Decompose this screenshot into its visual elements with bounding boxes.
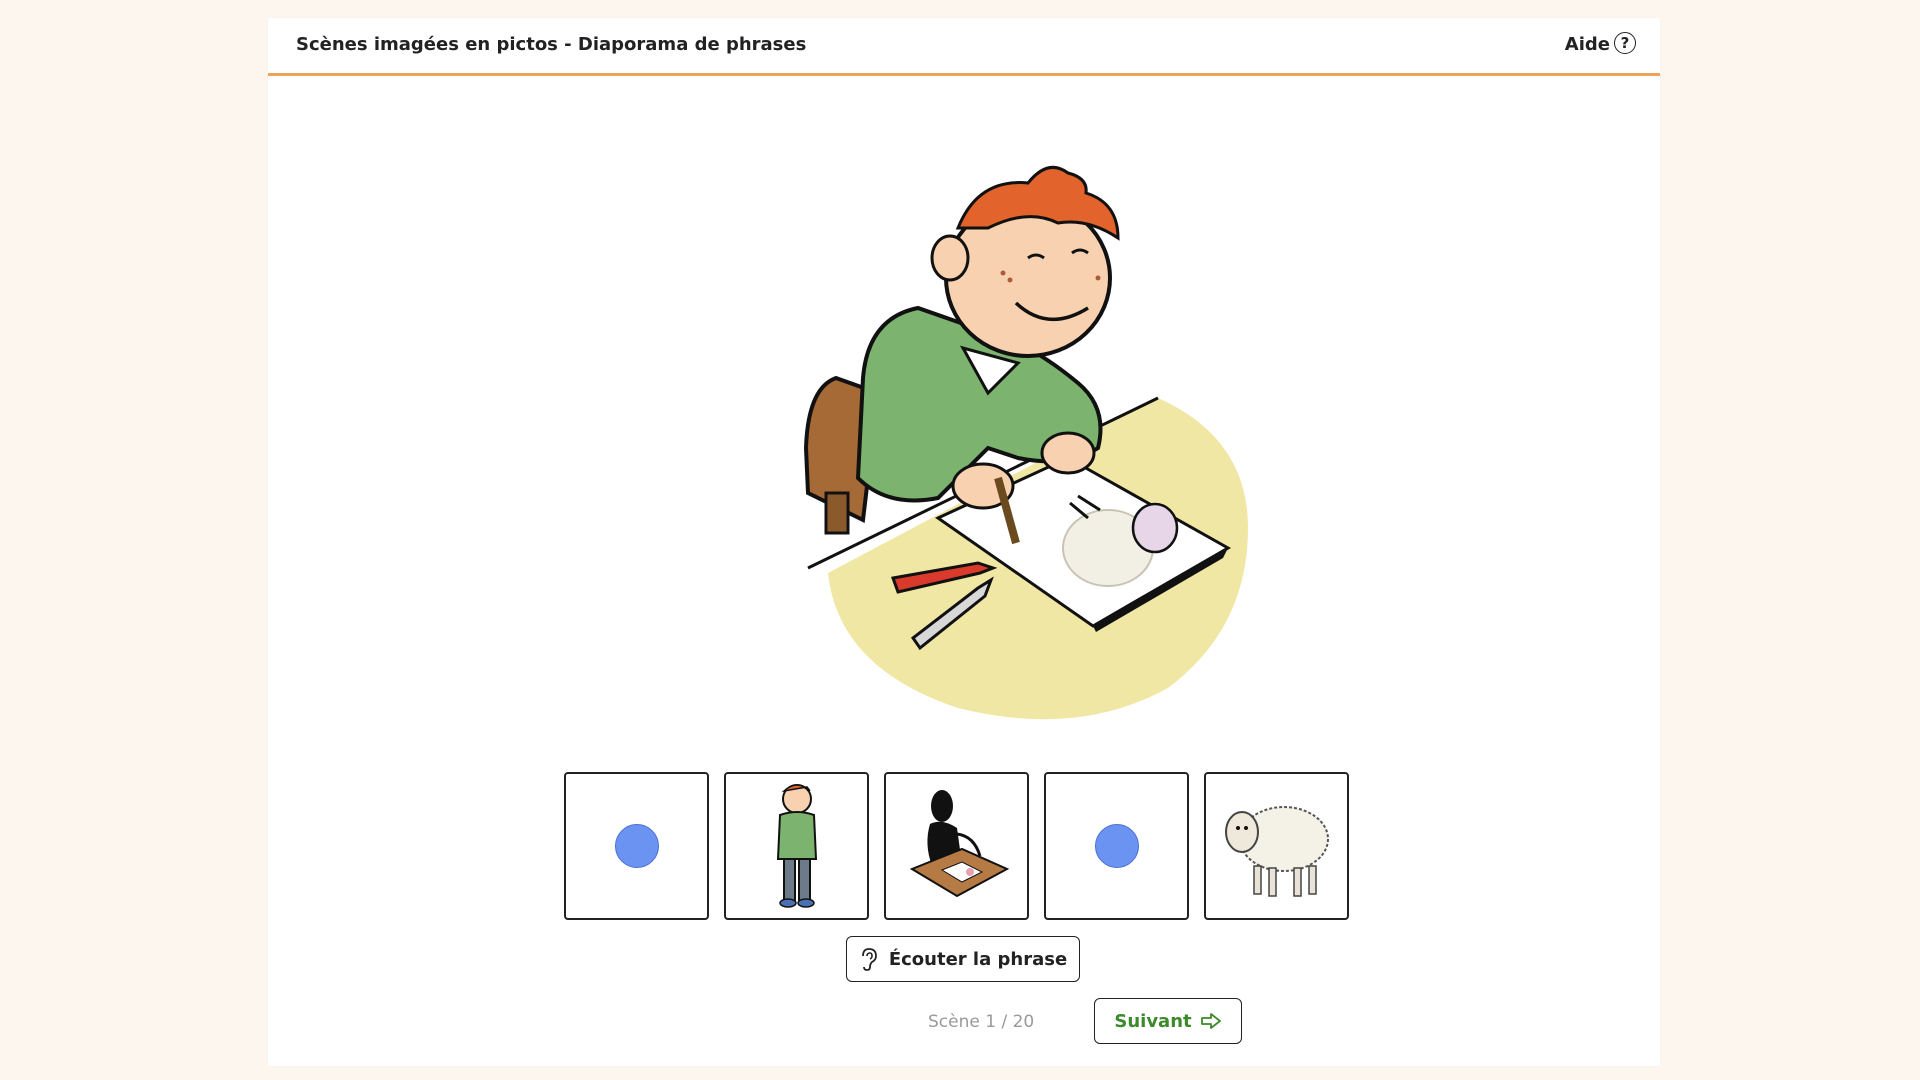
question-circle-icon: ? [1614,31,1636,54]
blue-dot-icon [614,824,659,868]
page-title: Scènes imagées en pictos - Diaporama de … [296,34,807,55]
person-drawing-icon [909,789,1009,897]
ear-icon [861,948,877,971]
main-card: Scènes imagées en pictos - Diaporama de … [268,18,1660,1066]
picto-card-1[interactable] [564,772,709,920]
scene-illustration [803,165,1248,720]
picto-card-4[interactable] [1044,772,1189,920]
next-button[interactable]: Suivant [1094,998,1242,1044]
arrow-right-icon [1200,1013,1221,1029]
picto-card-3[interactable] [884,772,1029,920]
scene-counter: Scène 1 / 20 [928,1012,1035,1032]
boy-standing-icon [776,784,817,908]
help-label: Aide [1564,34,1610,55]
picto-card-5[interactable] [1204,772,1349,920]
picto-card-2[interactable] [724,772,869,920]
next-label: Suivant [1114,1010,1192,1032]
listen-sentence-button[interactable]: Écouter la phrase [846,936,1080,982]
blue-dot-icon [1094,824,1139,868]
help-button[interactable]: Aide ? [1565,30,1636,55]
listen-sentence-label: Écouter la phrase [888,948,1068,970]
picto-row [564,772,1349,920]
header-bar: Scènes imagées en pictos - Diaporama de … [268,18,1660,76]
sheep-icon [1225,805,1329,897]
